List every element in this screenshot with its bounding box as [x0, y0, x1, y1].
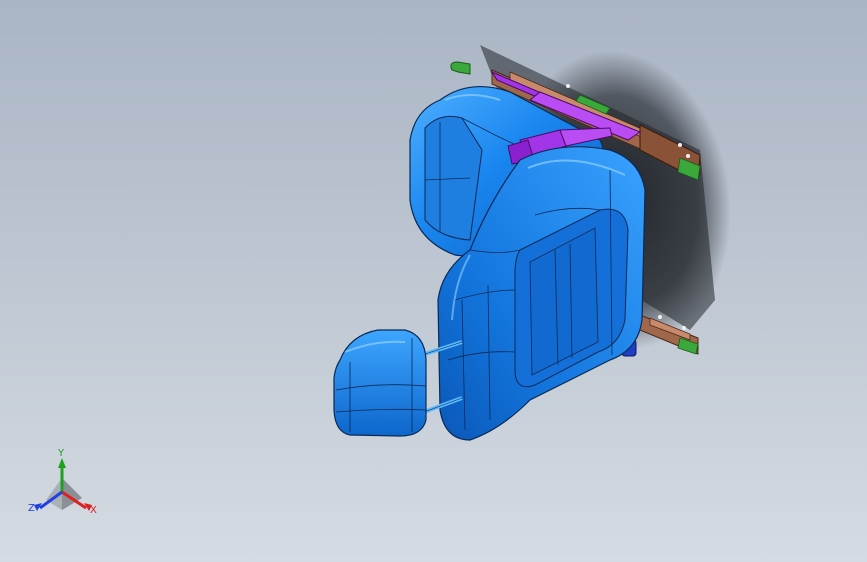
- orientation-triad[interactable]: [34, 458, 92, 511]
- 3d-viewport[interactable]: [0, 0, 867, 562]
- triad-y-label: Y: [58, 448, 65, 459]
- triad-z-label: Z: [28, 503, 35, 514]
- headrest[interactable]: [333, 329, 427, 437]
- triad-x-label: X: [90, 505, 97, 516]
